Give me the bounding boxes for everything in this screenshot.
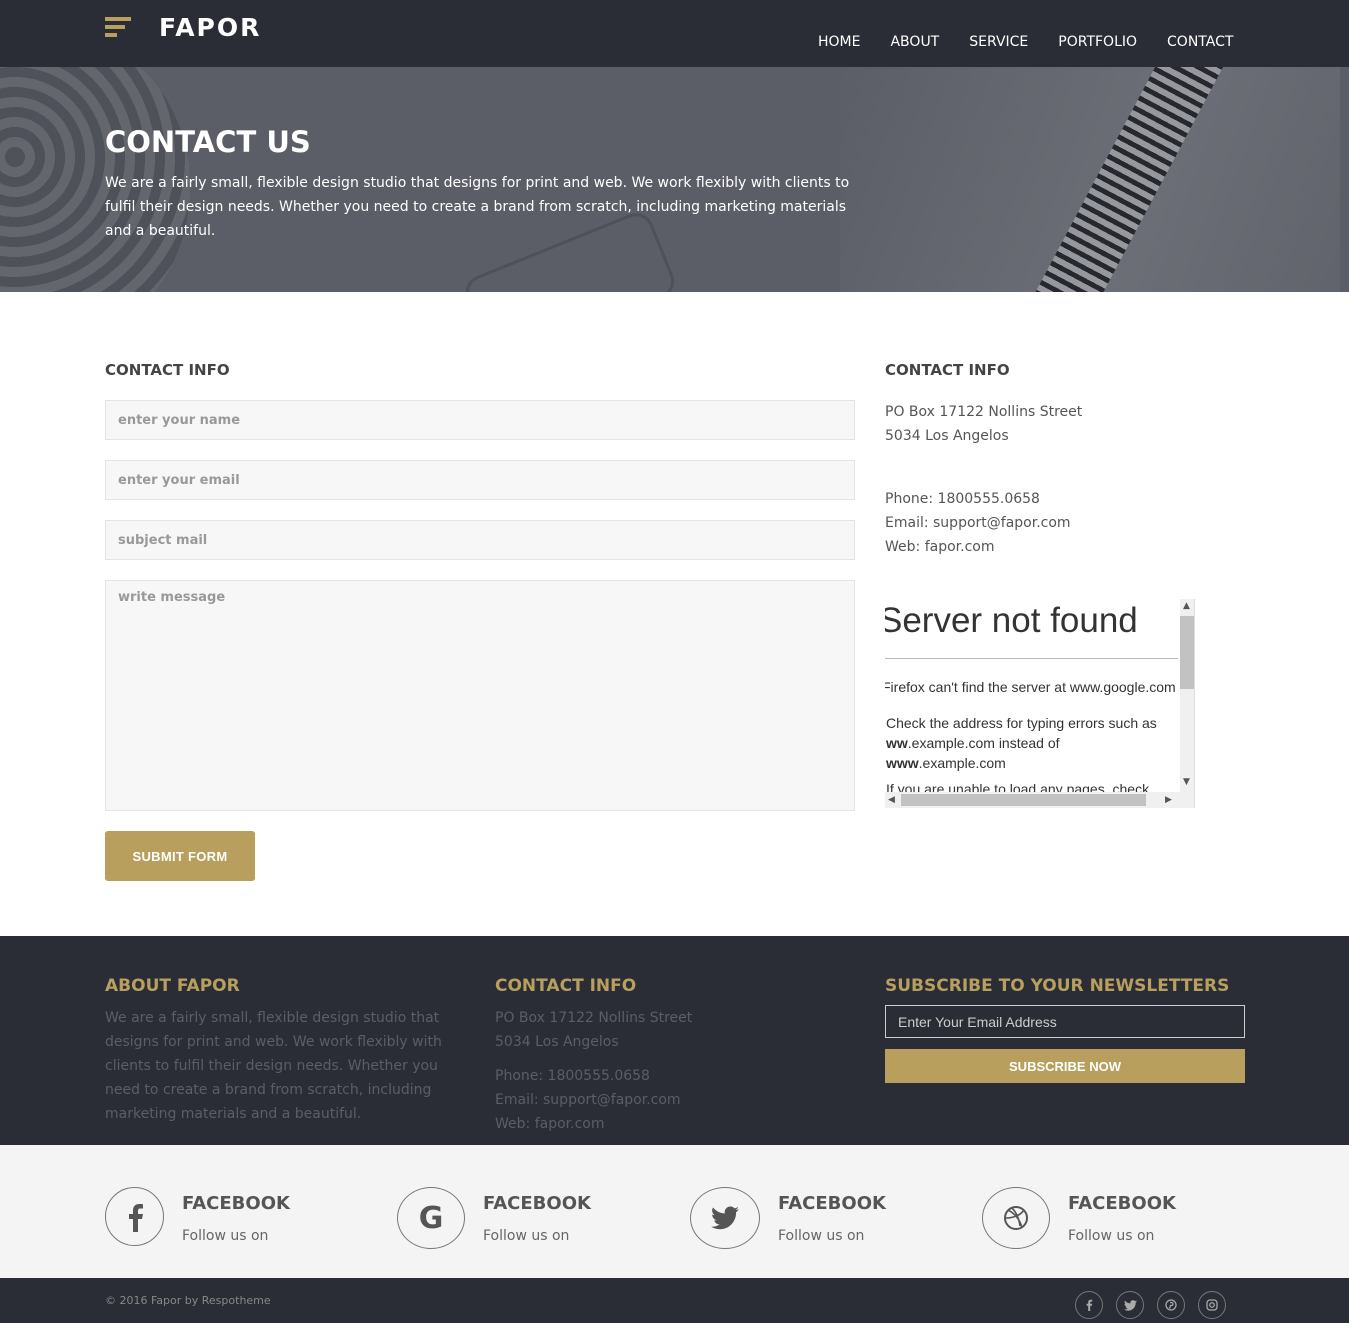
map-embed-frame[interactable]: Server not found Firefox can't find the … — [885, 599, 1195, 808]
address-line1: PO Box 17122 Nollins Street — [885, 404, 1083, 420]
social-name: FACEBOOK — [483, 1193, 591, 1214]
scroll-down-icon[interactable]: ▼ — [1183, 777, 1190, 787]
vertical-scroll-thumb[interactable] — [1180, 616, 1194, 689]
contact-web[interactable]: Web: fapor.com — [885, 535, 1071, 559]
address-line2: 5034 Los Angelos — [885, 428, 1009, 444]
facebook-icon[interactable] — [1075, 1291, 1103, 1319]
contact-email[interactable]: Email: support@fapor.com — [885, 511, 1071, 535]
error-message: Firefox can't find the server at www.goo… — [885, 679, 1176, 695]
scroll-left-icon[interactable]: ◀ — [888, 795, 895, 805]
footer-web[interactable]: Web: fapor.com — [495, 1112, 681, 1136]
error-title: Server not found — [885, 601, 1138, 640]
site-header: FAPOR HOME ABOUT SERVICE PORTFOLIO CONTA… — [0, 0, 1349, 67]
instagram-icon[interactable] — [1198, 1291, 1226, 1319]
nav-portfolio[interactable]: PORTFOLIO — [1058, 34, 1137, 50]
name-input[interactable] — [105, 400, 855, 440]
submit-form-button[interactable]: SUBMIT FORM — [105, 831, 255, 881]
contact-details: Phone: 1800555.0658 Email: support@fapor… — [885, 487, 1071, 559]
site-footer: ABOUT FAPOR We are a fairly small, flexi… — [0, 936, 1349, 1145]
contact-info-title: CONTACT INFO — [885, 361, 1010, 379]
dribbble-icon[interactable] — [982, 1187, 1050, 1249]
scroll-right-icon[interactable]: ▶ — [1165, 795, 1172, 805]
bottom-social-icons — [1075, 1291, 1226, 1319]
subject-input[interactable] — [105, 520, 855, 560]
twitter-icon[interactable] — [690, 1187, 760, 1249]
newsletter-title: SUBSCRIBE TO YOUR NEWSLETTERS — [885, 976, 1230, 996]
nav-about[interactable]: ABOUT — [890, 34, 939, 50]
footer-details: Phone: 1800555.0658 Email: support@fapor… — [495, 1064, 681, 1136]
hero-description: We are a fairly small, flexible design s… — [105, 175, 850, 239]
footer-phone: Phone: 1800555.0658 — [495, 1068, 650, 1084]
map-error-page: Server not found Firefox can't find the … — [885, 599, 1180, 792]
nav-contact[interactable]: CONTACT — [1167, 34, 1233, 50]
social-sub: Follow us on — [483, 1228, 570, 1244]
form-title: CONTACT INFO — [105, 361, 230, 379]
bottom-bar: © 2016 Fapor by Respotheme — [0, 1278, 1349, 1323]
nav-home[interactable]: HOME — [818, 34, 860, 50]
google-icon[interactable]: G — [397, 1187, 465, 1249]
footer-address-line1: PO Box 17122 Nollins Street — [495, 1010, 693, 1026]
logo-icon[interactable] — [105, 17, 131, 41]
footer-about-text: We are a fairly small, flexible design s… — [105, 1010, 442, 1122]
footer-address-line2: 5034 Los Angelos — [495, 1034, 619, 1050]
social-name: FACEBOOK — [1068, 1193, 1176, 1214]
social-name: FACEBOOK — [182, 1193, 290, 1214]
footer-about-title: ABOUT FAPOR — [105, 976, 240, 996]
social-sub: Follow us on — [778, 1228, 865, 1244]
email-input[interactable] — [105, 460, 855, 500]
contact-address: PO Box 17122 Nollins Street 5034 Los Ang… — [885, 400, 1082, 448]
page-title: CONTACT US — [105, 125, 311, 159]
footer-email[interactable]: Email: support@fapor.com — [495, 1088, 681, 1112]
footer-contact-title: CONTACT INFO — [495, 976, 637, 996]
social-sub: Follow us on — [1068, 1228, 1155, 1244]
logo-text[interactable]: FAPOR — [159, 13, 261, 42]
subscribe-button[interactable]: SUBSCRIBE NOW — [885, 1049, 1245, 1083]
main-nav: HOME ABOUT SERVICE PORTFOLIO CONTACT — [818, 34, 1233, 50]
social-band: FACEBOOK Follow us on G FACEBOOK Follow … — [0, 1145, 1349, 1278]
error-tip-2: If you are unable to load any pages, che… — [886, 781, 1150, 792]
message-textarea[interactable] — [105, 580, 855, 811]
error-tip: Check the address for typing errors such… — [886, 715, 1157, 771]
nav-service[interactable]: SERVICE — [969, 34, 1028, 50]
error-divider — [885, 658, 1178, 659]
twitter-icon[interactable] — [1116, 1291, 1144, 1319]
contact-phone: Phone: 1800555.0658 — [885, 491, 1040, 507]
horizontal-scroll-thumb[interactable] — [901, 794, 1146, 806]
facebook-icon[interactable] — [105, 1187, 164, 1246]
pinterest-icon[interactable] — [1157, 1291, 1185, 1319]
scroll-up-icon[interactable]: ▲ — [1183, 601, 1190, 611]
social-sub: Follow us on — [182, 1228, 269, 1244]
copyright-text: © 2016 Fapor by Respotheme — [105, 1294, 271, 1307]
newsletter-email-input[interactable] — [885, 1005, 1245, 1038]
footer-address: PO Box 17122 Nollins Street 5034 Los Ang… — [495, 1006, 692, 1054]
social-name: FACEBOOK — [778, 1193, 886, 1214]
